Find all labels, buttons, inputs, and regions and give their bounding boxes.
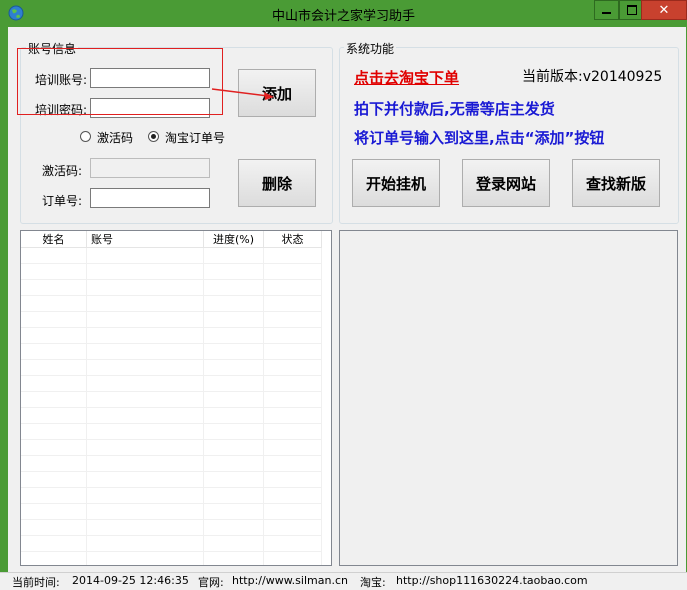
status-bar: 当前时间: 2014-09-25 12:46:35 官网: http://www… [0,572,687,590]
annotation-arrow [211,88,274,100]
shop-value: http://shop111630224.taobao.com [396,574,588,587]
table-row [21,376,322,392]
time-value: 2014-09-25 12:46:35 [72,574,189,587]
table-row [21,296,322,312]
annotation-highlight-box [17,48,223,115]
shop-label: 淘宝: [360,576,386,589]
login-site-button[interactable]: 登录网站 [462,159,550,207]
table-row [21,472,322,488]
table-row [21,408,322,424]
activation-input[interactable] [90,158,210,178]
instruction-text-1: 拍下并付款后,无需等店主发货 [354,100,555,118]
radio-activation-label: 激活码 [97,131,134,145]
close-button[interactable]: ✕ [641,0,687,20]
activation-label: 激活码: [42,164,83,178]
site-label: 官网: [198,576,224,589]
radio-taobao-order[interactable] [148,131,159,142]
account-table[interactable]: 姓名 账号 进度(%) 状态 [20,230,332,566]
table-row [21,360,322,376]
window-title: 中山市会计之家学习助手 [271,9,415,24]
table-row [21,344,322,360]
table-row [21,536,322,552]
version-text: 当前版本:v20140925 [522,69,663,85]
maximize-icon [626,5,637,15]
system-group-label: 系统功能 [344,40,397,57]
delete-button[interactable]: 删除 [238,159,316,207]
table-row [21,424,322,440]
table-row [21,328,322,344]
table-row [21,520,322,536]
table-row [21,264,322,280]
radio-taobao-label: 淘宝订单号 [165,131,226,145]
table-body [21,248,322,565]
order-label: 订单号: [42,194,83,208]
table-row [21,312,322,328]
time-label: 当前时间: [12,576,60,589]
minimize-button[interactable] [594,0,619,20]
close-icon: ✕ [658,2,670,18]
table-row [21,488,322,504]
table-row [21,456,322,472]
log-panel [339,230,678,566]
column-header-name[interactable]: 姓名 [21,231,87,248]
column-header-account[interactable]: 账号 [87,231,204,248]
start-hangup-button[interactable]: 开始挂机 [352,159,440,207]
window-frame-left [0,27,8,572]
table-row [21,248,322,264]
table-row [21,392,322,408]
table-row [21,504,322,520]
column-header-status[interactable]: 状态 [264,231,322,248]
table-row [21,280,322,296]
radio-activation-code[interactable] [80,131,91,142]
minimize-icon [602,12,611,14]
taobao-order-link[interactable]: 点击去淘宝下单 [354,67,459,88]
instruction-text-2: 将订单号输入到这里,点击“添加”按钮 [354,129,605,147]
check-update-button[interactable]: 查找新版 [572,159,660,207]
table-row [21,440,322,456]
site-value: http://www.silman.cn [232,574,348,587]
column-header-progress[interactable]: 进度(%) [204,231,264,248]
order-input[interactable] [90,188,210,208]
